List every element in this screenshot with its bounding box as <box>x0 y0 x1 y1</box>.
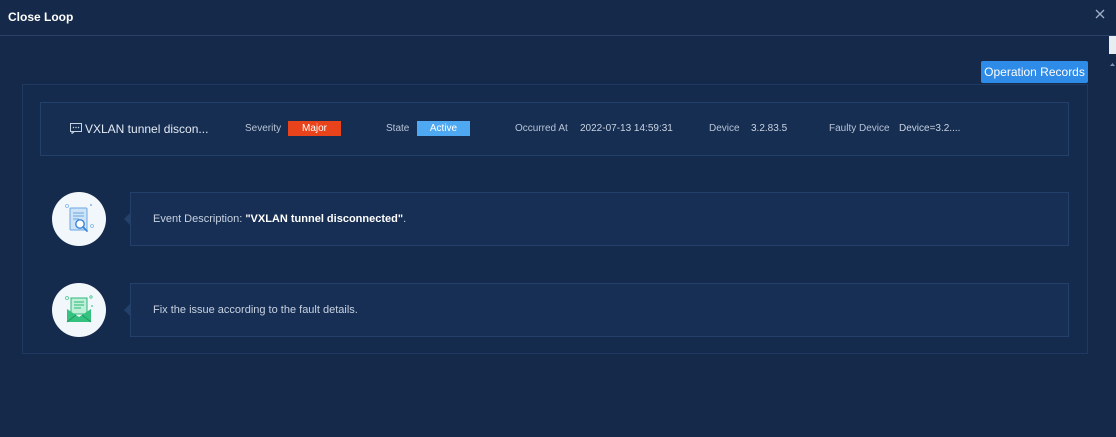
step2-circle <box>52 283 106 337</box>
step1-highlight: "VXLAN tunnel disconnected" <box>245 213 404 225</box>
state-label: State <box>386 123 410 134</box>
operation-records-button[interactable]: Operation Records <box>981 61 1088 83</box>
document-search-icon <box>65 204 94 232</box>
message-icon <box>70 123 82 134</box>
scrollbar-thumb[interactable] <box>1109 36 1116 54</box>
faulty-device-label: Faulty Device <box>829 123 890 134</box>
state-badge: Active <box>417 121 470 136</box>
device-value: 3.2.83.5 <box>751 123 788 134</box>
step1-circle <box>52 192 106 246</box>
dialog-header: Close Loop <box>0 0 1116 36</box>
step2-text: Fix the issue according to the fault det… <box>153 304 358 316</box>
dialog-title: Close Loop <box>8 10 74 24</box>
scroll-up-arrow-icon[interactable] <box>1110 62 1115 67</box>
faulty-device-value: Device=3.2.... <box>899 123 961 134</box>
mail-document-icon <box>65 295 93 323</box>
occurred-at-label: Occurred At <box>515 123 568 134</box>
close-loop-dialog: Close Loop Operation Records VXLAN tunne… <box>0 0 1116 437</box>
step1-suffix: . <box>403 213 407 225</box>
alarm-name[interactable]: VXLAN tunnel discon... <box>85 122 208 136</box>
severity-label: Severity <box>245 123 282 134</box>
device-label: Device <box>709 123 740 134</box>
step1-text: Event Description: "VXLAN tunnel disconn… <box>153 213 406 225</box>
severity-badge: Major <box>288 121 341 136</box>
step1-prefix: Event Description: <box>153 213 246 225</box>
occurred-at-value: 2022-07-13 14:59:31 <box>580 123 673 134</box>
close-icon[interactable] <box>1092 6 1108 22</box>
